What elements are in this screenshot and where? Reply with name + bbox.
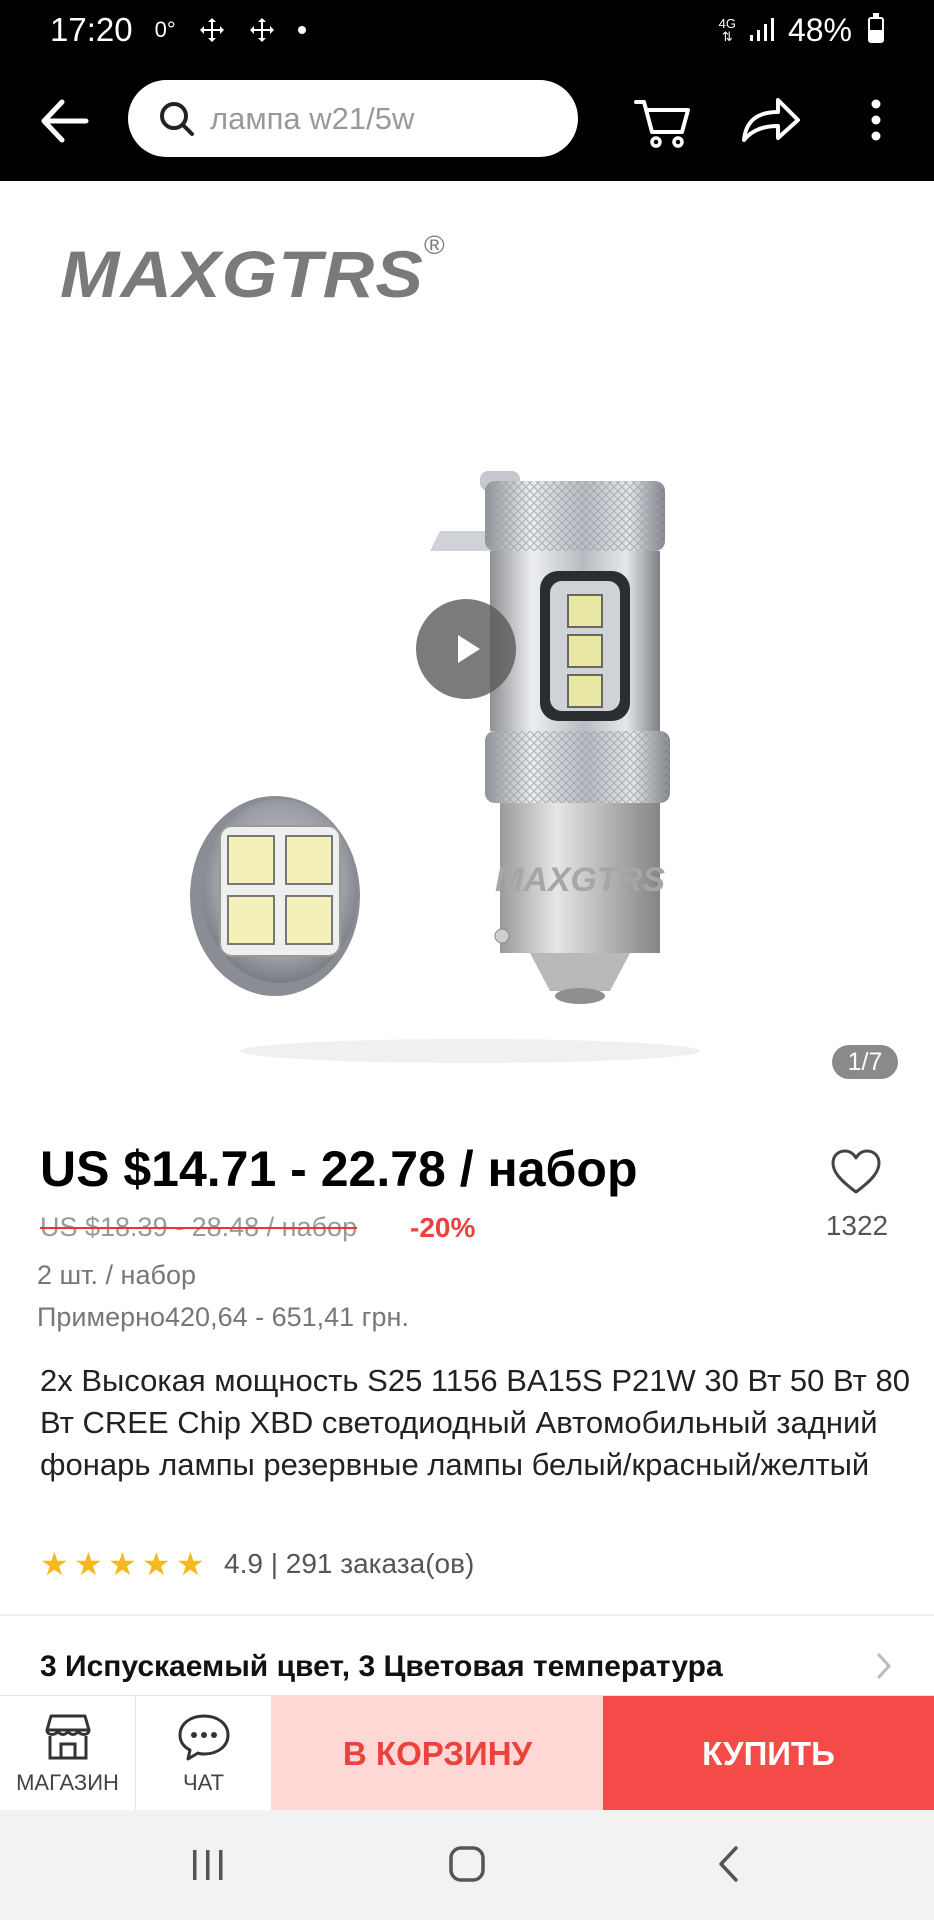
search-input[interactable]: лампа w21/5w	[128, 80, 578, 157]
move-icon	[199, 18, 224, 42]
system-navigation-bar	[0, 1810, 934, 1920]
original-price: US $18.39 - 28.48 / набор	[40, 1212, 358, 1242]
brand-logo: MAXGTRS®	[60, 230, 446, 311]
product-title: 2x Высокая мощность S25 1156 BA15S P21W …	[40, 1363, 910, 1482]
star-icon: ★	[108, 1546, 137, 1582]
search-placeholder: лампа w21/5w	[210, 100, 415, 136]
product-image: MAXGTRS	[190, 471, 700, 1063]
temperature-indicator: 0°	[154, 17, 176, 42]
system-back-icon[interactable]	[716, 1844, 740, 1884]
chat-icon	[178, 1714, 229, 1760]
play-icon	[458, 635, 480, 663]
star-icon: ★	[142, 1546, 171, 1582]
star-icon: ★	[40, 1546, 69, 1582]
image-page-counter: 1/7	[832, 1045, 898, 1079]
star-icon: ★	[74, 1546, 103, 1582]
dot-icon	[297, 26, 306, 34]
approx-local-price: Примерно420,64 - 651,41 грн.	[37, 1302, 409, 1332]
recent-apps-icon[interactable]	[190, 1848, 226, 1882]
add-to-cart-button[interactable]: В КОРЗИНУ	[272, 1696, 603, 1811]
store-icon	[45, 1714, 90, 1759]
variant-summary: 3 Испускаемый цвет, 3 Цветовая температу…	[40, 1650, 723, 1683]
pack-info: 2 шт. / набор	[37, 1260, 196, 1290]
search-icon	[160, 101, 194, 136]
play-video-button[interactable]	[416, 599, 516, 699]
wishlist-count: 1322	[825, 1210, 889, 1241]
rating-value: 4.9 | 291 заказа(ов)	[224, 1548, 475, 1579]
back-arrow-icon[interactable]	[36, 96, 92, 146]
discount-badge: -20%	[410, 1212, 476, 1243]
buy-now-button[interactable]: КУПИТЬ	[603, 1696, 934, 1811]
store-label: МАГАЗИН	[16, 1769, 119, 1795]
divider	[0, 1614, 934, 1616]
variant-selector[interactable]: 3 Испускаемый цвет, 3 Цветовая температу…	[40, 1650, 900, 1684]
battery-percent: 48%	[787, 11, 852, 48]
battery-icon	[868, 13, 884, 43]
move-icon	[249, 18, 274, 42]
chat-label: ЧАТ	[182, 1769, 225, 1795]
product-gallery[interactable]: MAXGTRS® MAXGTRS 1/7	[0, 181, 934, 1106]
signal-icon	[749, 18, 774, 41]
bulb-brand-print: MAXGTRS	[495, 861, 665, 899]
heart-icon[interactable]	[830, 1148, 882, 1196]
search-header: лампа w21/5w	[0, 60, 934, 181]
current-price: US $14.71 - 22.78 / набор	[40, 1141, 638, 1197]
bottom-action-bar: МАГАЗИН ЧАТ В КОРЗИНУ КУПИТЬ	[0, 1695, 934, 1811]
rating-row[interactable]: ★ ★ ★ ★ ★ 4.9 | 291 заказа(ов)	[40, 1548, 474, 1580]
more-vertical-icon[interactable]	[866, 90, 886, 150]
chevron-right-icon[interactable]	[874, 1650, 894, 1682]
chat-button[interactable]: ЧАТ	[136, 1696, 272, 1811]
home-icon[interactable]	[448, 1844, 486, 1884]
store-button[interactable]: МАГАЗИН	[0, 1696, 136, 1811]
star-icon: ★	[176, 1546, 205, 1582]
status-bar: 17:20 0° 4G ⇅ 48%	[0, 0, 934, 60]
orders-count: | 291 заказа(ов)	[270, 1548, 475, 1579]
rating-stars: ★ ★ ★ ★ ★	[40, 1546, 205, 1582]
network-type: 4G ⇅	[718, 16, 736, 44]
status-time: 17:20	[50, 11, 133, 48]
share-icon[interactable]	[738, 90, 802, 150]
cart-icon[interactable]	[632, 90, 692, 150]
